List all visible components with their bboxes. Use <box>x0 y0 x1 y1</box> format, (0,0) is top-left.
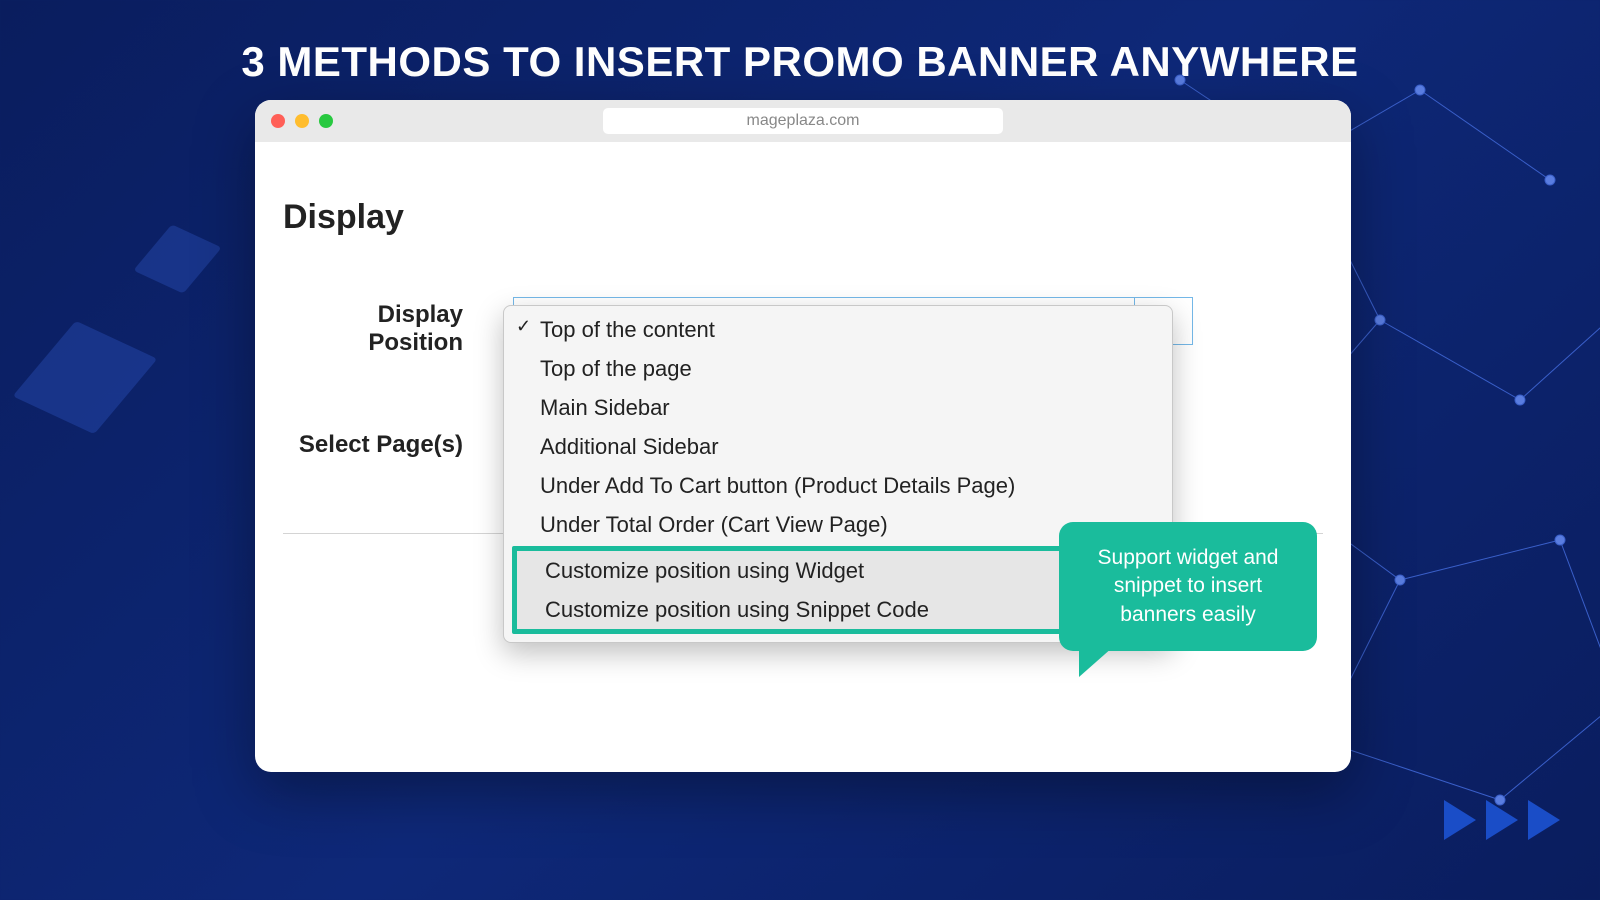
callout-text: Support widget and snippet to insert ban… <box>1098 546 1279 626</box>
callout-tail-icon <box>1079 647 1113 677</box>
section-heading: Display <box>283 198 1323 237</box>
form-row-display-position: Display Position Top of the content Top … <box>283 297 1323 357</box>
url-text: mageplaza.com <box>747 112 860 130</box>
display-position-label: Display Position <box>283 297 513 357</box>
page-title: 3 METHODS TO INSERT PROMO BANNER ANYWHER… <box>0 0 1600 86</box>
callout-bubble: Support widget and snippet to insert ban… <box>1059 522 1317 651</box>
dropdown-option-top-content[interactable]: Top of the content <box>504 310 1172 349</box>
window-controls <box>271 114 333 128</box>
dropdown-option-top-page[interactable]: Top of the page <box>504 349 1172 388</box>
maximize-icon[interactable] <box>319 114 333 128</box>
arrow-right-icon <box>1528 800 1560 840</box>
url-bar[interactable]: mageplaza.com <box>603 108 1003 134</box>
select-pages-label: Select Page(s) <box>283 431 513 459</box>
decorative-arrows <box>1444 800 1560 840</box>
dropdown-option-additional-sidebar[interactable]: Additional Sidebar <box>504 427 1172 466</box>
page-content: Display Display Position Top of the cont… <box>255 142 1351 554</box>
arrow-right-icon <box>1444 800 1476 840</box>
arrow-right-icon <box>1486 800 1518 840</box>
browser-window: mageplaza.com Display Display Position T… <box>255 100 1351 772</box>
dropdown-option-main-sidebar[interactable]: Main Sidebar <box>504 388 1172 427</box>
browser-titlebar: mageplaza.com <box>255 100 1351 142</box>
close-icon[interactable] <box>271 114 285 128</box>
dropdown-option-under-cart[interactable]: Under Add To Cart button (Product Detail… <box>504 466 1172 505</box>
minimize-icon[interactable] <box>295 114 309 128</box>
